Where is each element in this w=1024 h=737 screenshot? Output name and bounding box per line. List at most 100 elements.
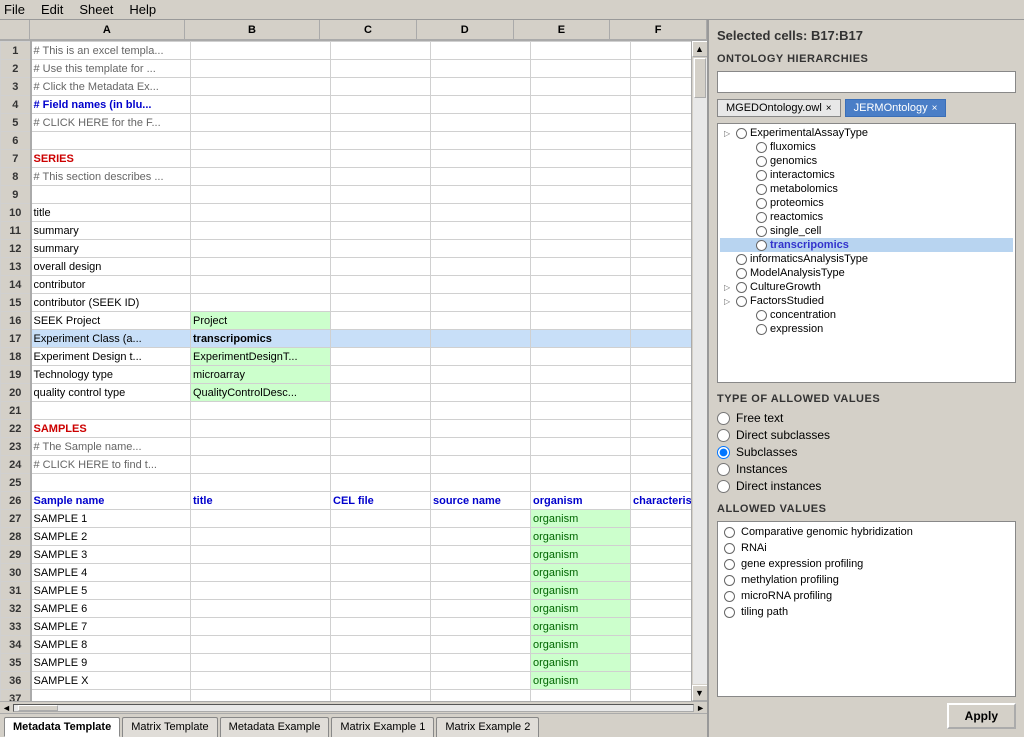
table-cell[interactable]: Experiment Design t... bbox=[31, 348, 191, 366]
table-cell[interactable] bbox=[631, 132, 692, 150]
table-cell[interactable] bbox=[331, 168, 431, 186]
tree-radio[interactable] bbox=[756, 212, 767, 223]
type-option[interactable]: Direct subclasses bbox=[717, 428, 1016, 442]
table-cell[interactable] bbox=[531, 384, 631, 402]
table-cell[interactable] bbox=[631, 60, 692, 78]
tree-radio[interactable] bbox=[756, 226, 767, 237]
table-cell[interactable] bbox=[191, 78, 331, 96]
allowed-values-list[interactable]: Comparative genomic hybridizationRNAigen… bbox=[717, 521, 1016, 697]
av-radio[interactable] bbox=[724, 559, 735, 570]
table-cell[interactable] bbox=[191, 168, 331, 186]
av-radio[interactable] bbox=[724, 543, 735, 554]
type-radio-input[interactable] bbox=[717, 446, 730, 459]
table-cell[interactable] bbox=[191, 456, 331, 474]
table-cell[interactable]: # Click the Metadata Ex... bbox=[31, 78, 191, 96]
table-cell[interactable] bbox=[331, 618, 431, 636]
table-cell[interactable] bbox=[191, 690, 331, 702]
table-cell[interactable] bbox=[431, 114, 531, 132]
table-cell[interactable] bbox=[331, 348, 431, 366]
table-cell[interactable]: microarray bbox=[191, 366, 331, 384]
table-cell[interactable] bbox=[331, 222, 431, 240]
table-cell[interactable] bbox=[331, 366, 431, 384]
table-cell[interactable] bbox=[191, 618, 331, 636]
allowed-value-item[interactable]: Comparative genomic hybridization bbox=[720, 524, 1013, 540]
tree-item[interactable]: single_cell bbox=[720, 224, 1013, 238]
table-cell[interactable]: organism bbox=[531, 582, 631, 600]
grid-scroll[interactable]: 1# This is an excel templa...2# Use this… bbox=[0, 41, 691, 701]
table-cell[interactable]: title bbox=[191, 492, 331, 510]
table-cell[interactable] bbox=[431, 564, 531, 582]
table-cell[interactable]: organism bbox=[531, 564, 631, 582]
table-cell[interactable] bbox=[431, 132, 531, 150]
tree-radio[interactable] bbox=[756, 142, 767, 153]
table-cell[interactable] bbox=[191, 294, 331, 312]
spreadsheet-tab[interactable]: Matrix Example 2 bbox=[436, 717, 539, 737]
tree-item[interactable]: informaticsAnalysisType bbox=[720, 252, 1013, 266]
table-cell[interactable] bbox=[531, 474, 631, 492]
table-cell[interactable] bbox=[431, 222, 531, 240]
table-cell[interactable]: Project bbox=[191, 312, 331, 330]
table-cell[interactable] bbox=[431, 384, 531, 402]
table-cell[interactable] bbox=[631, 240, 692, 258]
type-option[interactable]: Instances bbox=[717, 462, 1016, 476]
table-cell[interactable] bbox=[331, 96, 431, 114]
table-cell[interactable]: quality control type bbox=[31, 384, 191, 402]
table-cell[interactable] bbox=[431, 42, 531, 60]
table-cell[interactable]: Technology type bbox=[31, 366, 191, 384]
table-cell[interactable]: Experiment Class (a... bbox=[31, 330, 191, 348]
type-option[interactable]: Direct instances bbox=[717, 479, 1016, 493]
tree-radio[interactable] bbox=[756, 184, 767, 195]
table-cell[interactable] bbox=[631, 150, 692, 168]
table-cell[interactable] bbox=[531, 348, 631, 366]
table-cell[interactable] bbox=[431, 276, 531, 294]
table-cell[interactable] bbox=[331, 78, 431, 96]
table-cell[interactable]: SAMPLE 9 bbox=[31, 654, 191, 672]
ontology-tab-close[interactable]: × bbox=[826, 103, 832, 114]
table-cell[interactable]: summary bbox=[31, 222, 191, 240]
table-cell[interactable] bbox=[191, 222, 331, 240]
table-cell[interactable]: overall design bbox=[31, 258, 191, 276]
table-cell[interactable] bbox=[431, 546, 531, 564]
table-cell[interactable] bbox=[191, 150, 331, 168]
table-cell[interactable]: organism bbox=[531, 492, 631, 510]
table-cell[interactable] bbox=[431, 690, 531, 702]
table-cell[interactable] bbox=[531, 96, 631, 114]
table-cell[interactable] bbox=[531, 366, 631, 384]
table-cell[interactable] bbox=[431, 600, 531, 618]
table-cell[interactable] bbox=[331, 438, 431, 456]
table-cell[interactable] bbox=[331, 600, 431, 618]
table-cell[interactable] bbox=[631, 600, 692, 618]
table-cell[interactable] bbox=[191, 546, 331, 564]
table-cell[interactable] bbox=[431, 654, 531, 672]
table-cell[interactable] bbox=[531, 60, 631, 78]
table-cell[interactable] bbox=[331, 384, 431, 402]
table-cell[interactable] bbox=[431, 60, 531, 78]
table-cell[interactable] bbox=[531, 438, 631, 456]
ontology-tree[interactable]: ▷ExperimentalAssayTypefluxomicsgenomicsi… bbox=[717, 123, 1016, 383]
tree-item[interactable]: fluxomics bbox=[720, 140, 1013, 154]
table-cell[interactable] bbox=[631, 294, 692, 312]
table-cell[interactable]: SAMPLES bbox=[31, 420, 191, 438]
table-cell[interactable] bbox=[431, 672, 531, 690]
table-cell[interactable]: SAMPLE 1 bbox=[31, 510, 191, 528]
table-cell[interactable] bbox=[531, 132, 631, 150]
hscroll-area[interactable]: ◄ ► bbox=[0, 701, 707, 713]
table-cell[interactable]: # CLICK HERE to find t... bbox=[31, 456, 191, 474]
table-cell[interactable] bbox=[431, 438, 531, 456]
table-cell[interactable] bbox=[431, 474, 531, 492]
table-cell[interactable] bbox=[331, 330, 431, 348]
table-cell[interactable] bbox=[631, 546, 692, 564]
table-cell[interactable] bbox=[531, 78, 631, 96]
table-cell[interactable] bbox=[191, 132, 331, 150]
table-cell[interactable]: organism bbox=[531, 618, 631, 636]
tree-radio[interactable] bbox=[756, 170, 767, 181]
table-cell[interactable] bbox=[631, 582, 692, 600]
table-cell[interactable] bbox=[191, 582, 331, 600]
table-cell[interactable] bbox=[431, 582, 531, 600]
hscroll-left[interactable]: ◄ bbox=[2, 703, 11, 713]
type-radio-input[interactable] bbox=[717, 480, 730, 493]
table-cell[interactable]: organism bbox=[531, 546, 631, 564]
table-cell[interactable] bbox=[431, 96, 531, 114]
table-cell[interactable]: ExperimentDesignT... bbox=[191, 348, 331, 366]
tree-item[interactable]: genomics bbox=[720, 154, 1013, 168]
